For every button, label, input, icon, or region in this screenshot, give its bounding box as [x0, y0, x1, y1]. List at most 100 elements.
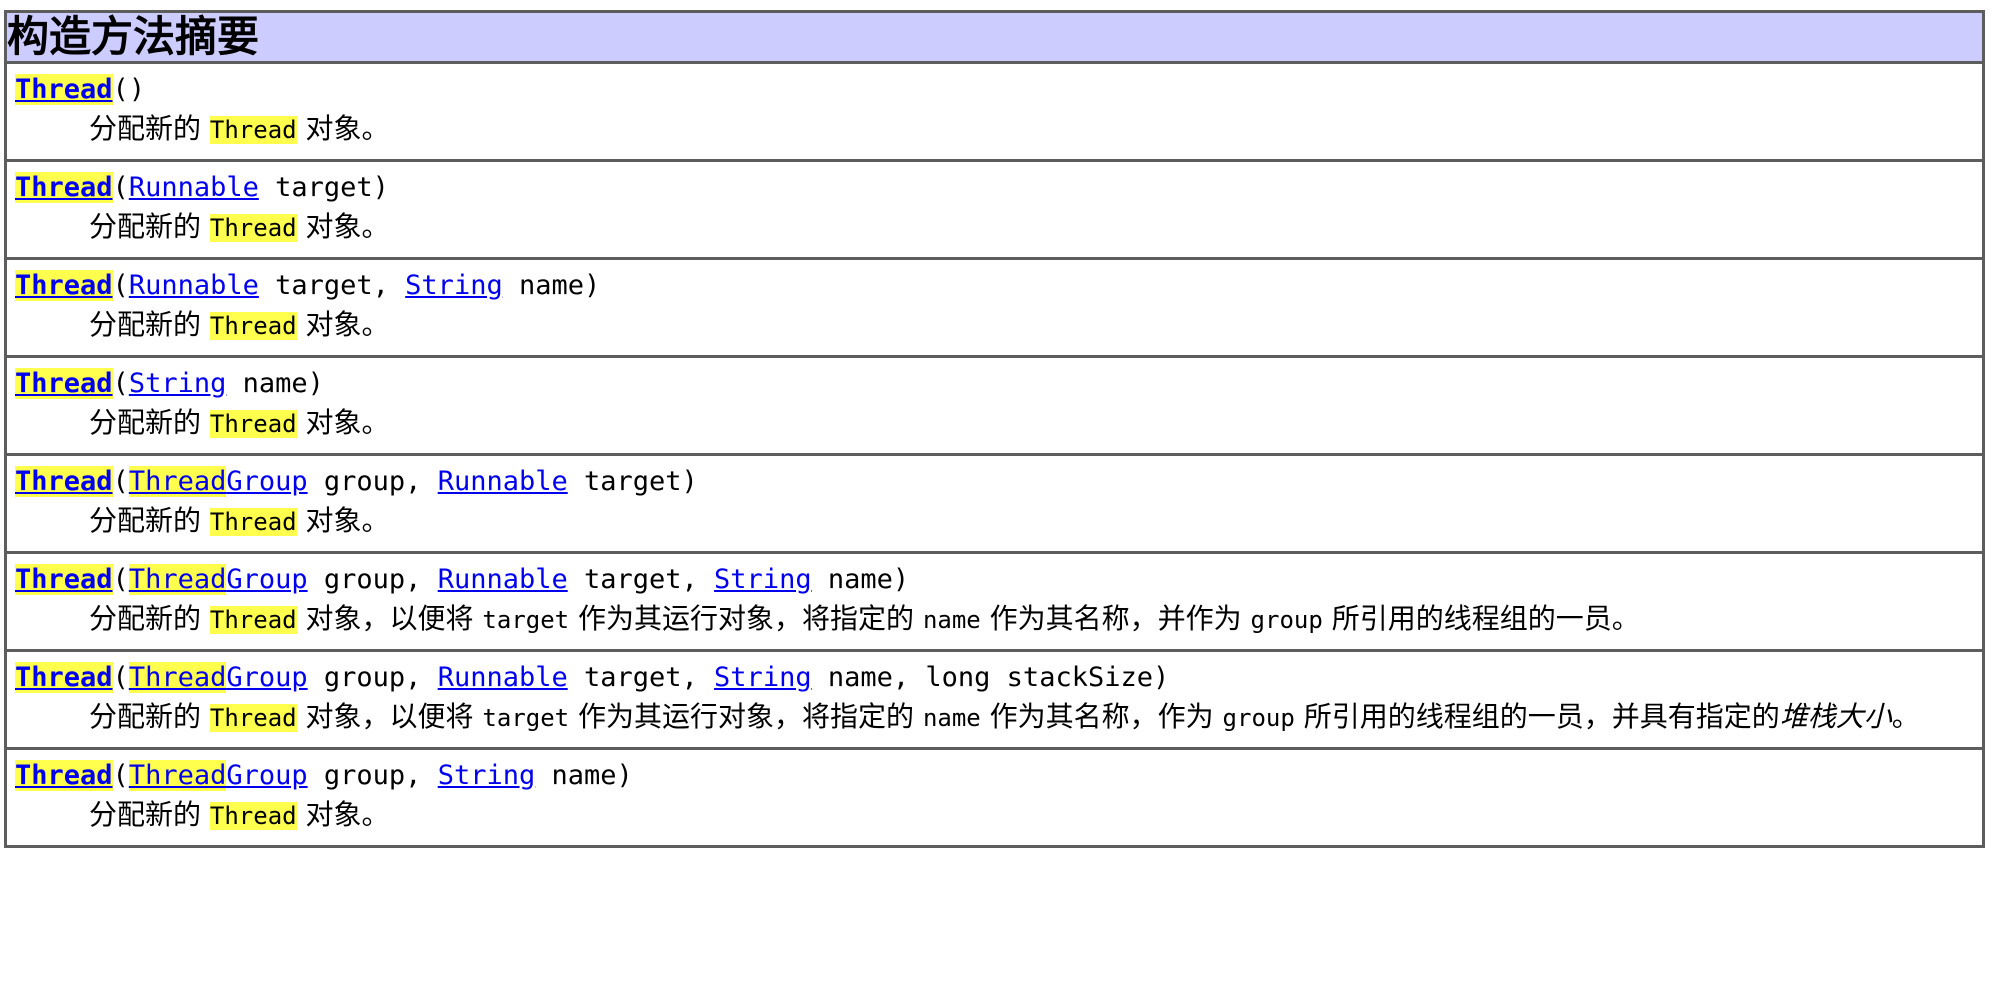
constructor-signature-row: Thread(String name): [7, 358, 1982, 403]
constructor-cell: Thread(Runnable target) 分配新的 Thread 对象。: [5, 159, 1984, 259]
param-type-link-match[interactable]: Thread: [128, 564, 227, 595]
param-type-link[interactable]: String: [438, 760, 536, 791]
description-code: name: [922, 704, 981, 732]
table-row: Thread(String name) 分配新的 Thread 对象。: [5, 355, 1984, 455]
description-code-match: Thread: [209, 214, 297, 242]
param-type-link[interactable]: Runnable: [438, 466, 568, 497]
param-type-link-match[interactable]: Thread: [128, 760, 227, 791]
page-title: 构造方法摘要: [7, 12, 260, 61]
summary-caption-cell: 构造方法摘要: [5, 11, 1984, 63]
constructor-summary-section: 构造方法摘要 Thread() 分配新的 Thread 对象。 Thread(Run…: [0, 10, 1992, 848]
constructor-signature-row: Thread(Runnable target, String name): [7, 260, 1982, 305]
description-code: name: [922, 606, 981, 634]
constructor-signature: Thread(): [15, 73, 1974, 107]
constructor-summary-table: 构造方法摘要 Thread() 分配新的 Thread 对象。 Thread(Run…: [4, 10, 1985, 848]
signature-punct: (: [112, 662, 129, 693]
param-type-link[interactable]: Runnable: [129, 172, 259, 203]
param-type-link[interactable]: String: [714, 662, 812, 693]
description-text: 作为其运行对象，将指定的: [569, 602, 923, 635]
param-type-link[interactable]: String: [714, 564, 812, 595]
constructor-cell: Thread(ThreadGroup group, Runnable targe…: [5, 649, 1984, 749]
summary-caption-row: 构造方法摘要: [5, 11, 1984, 63]
constructor-name-link[interactable]: Thread: [15, 368, 113, 399]
param-name: group,: [307, 564, 438, 595]
param-name: name,: [811, 662, 926, 693]
param-name: name: [502, 270, 584, 301]
description-suffix: 对象。: [296, 406, 390, 439]
table-row: Thread(ThreadGroup group, String name) 分配…: [5, 747, 1984, 847]
description-text: 所引用的线程组的一员，并具有指定的: [1294, 700, 1780, 733]
description-text: 对象，以便将: [296, 700, 483, 733]
constructor-signature: Thread(Runnable target): [15, 171, 1974, 205]
description-code-match: Thread: [209, 410, 297, 438]
constructor-description-row: 分配新的 Thread 对象。: [7, 795, 1982, 845]
param-type-link-match[interactable]: Thread: [128, 662, 227, 693]
signature-punct: ): [681, 466, 698, 497]
signature-punct: (: [112, 466, 129, 497]
constructor-signature-row: Thread(Runnable target): [7, 162, 1982, 207]
constructor-signature: Thread(String name): [15, 367, 1974, 401]
signature-punct: (: [112, 74, 129, 105]
param-name: group,: [307, 760, 438, 791]
param-type-link-rest[interactable]: Group: [226, 760, 307, 791]
constructor-name-link[interactable]: Thread: [15, 466, 113, 497]
description-text: 所引用的线程组的一员。: [1322, 602, 1640, 635]
param-name: stackSize: [990, 662, 1153, 693]
constructor-description-row: 分配新的 Thread 对象。: [7, 501, 1982, 551]
description-suffix: 对象。: [296, 112, 390, 145]
constructor-description: 分配新的 Thread 对象。: [15, 403, 1974, 444]
param-type-link[interactable]: ThreadGroup: [128, 466, 308, 497]
param-type-link[interactable]: ThreadGroup: [128, 564, 308, 595]
description-text: 作为其名称，作为: [980, 700, 1223, 733]
constructor-signature: Thread(ThreadGroup group, String name): [15, 759, 1974, 793]
constructor-signature-row: Thread(ThreadGroup group, Runnable targe…: [7, 554, 1982, 599]
constructor-description: 分配新的 Thread 对象，以便将 target 作为其运行对象，将指定的 n…: [15, 697, 1974, 738]
param-type-link[interactable]: Runnable: [438, 564, 568, 595]
signature-punct: ): [892, 564, 910, 595]
constructor-name-link[interactable]: Thread: [15, 564, 113, 595]
description-suffix: 对象。: [296, 798, 390, 831]
description-text: 对象，以便将: [296, 602, 483, 635]
table-row: Thread(ThreadGroup group, Runnable targe…: [5, 649, 1984, 749]
constructor-description-row: 分配新的 Thread 对象。: [7, 207, 1982, 257]
constructor-signature-row: Thread(ThreadGroup group, Runnable targe…: [7, 652, 1982, 697]
param-type-link-rest[interactable]: Group: [226, 662, 307, 693]
constructor-description: 分配新的 Thread 对象，以便将 target 作为其运行对象，将指定的 n…: [15, 599, 1974, 640]
constructor-name-link[interactable]: Thread: [15, 172, 113, 203]
table-row: Thread(ThreadGroup group, Runnable targe…: [5, 551, 1984, 651]
param-type-link[interactable]: String: [405, 270, 503, 301]
param-type-link-rest[interactable]: Group: [226, 564, 307, 595]
description-code-match: Thread: [209, 704, 297, 732]
constructor-name-link[interactable]: Thread: [15, 760, 113, 791]
param-type-link[interactable]: ThreadGroup: [128, 662, 308, 693]
signature-punct: (: [112, 564, 129, 595]
constructor-rows-host: Thread() 分配新的 Thread 对象。 Thread(Runnable t…: [5, 61, 1984, 847]
param-type-link[interactable]: Runnable: [129, 270, 259, 301]
constructor-cell: Thread(ThreadGroup group, Runnable targe…: [5, 453, 1984, 553]
signature-punct: ): [616, 760, 633, 791]
constructor-description: 分配新的 Thread 对象。: [15, 109, 1974, 150]
signature-punct: ): [128, 74, 146, 105]
table-row: Thread(ThreadGroup group, Runnable targe…: [5, 453, 1984, 553]
constructor-description-row: 分配新的 Thread 对象，以便将 target 作为其运行对象，将指定的 n…: [7, 599, 1982, 649]
constructor-name-link[interactable]: Thread: [15, 662, 113, 693]
param-type-link[interactable]: String: [129, 368, 227, 399]
constructor-cell: Thread(Runnable target, String name) 分配新的…: [5, 257, 1984, 357]
constructor-name-link[interactable]: Thread: [15, 74, 113, 105]
param-type-link-rest[interactable]: Group: [226, 466, 307, 497]
param-name: group,: [307, 662, 438, 693]
description-suffix: 对象。: [296, 210, 390, 243]
constructor-name-link[interactable]: Thread: [15, 270, 113, 301]
table-row: Thread(Runnable target) 分配新的 Thread 对象。: [5, 159, 1984, 259]
signature-punct: ): [307, 368, 324, 399]
param-type-link[interactable]: Runnable: [438, 662, 568, 693]
param-type-link-match[interactable]: Thread: [128, 466, 227, 497]
description-prefix: 分配新的: [89, 504, 210, 537]
table-row: Thread(Runnable target, String name) 分配新的…: [5, 257, 1984, 357]
constructor-cell: Thread() 分配新的 Thread 对象。: [5, 61, 1984, 161]
description-prefix: 分配新的: [89, 308, 210, 341]
param-type-link[interactable]: ThreadGroup: [128, 760, 308, 791]
signature-punct: (: [112, 172, 129, 203]
param-name: target: [567, 466, 682, 497]
description-text: 。: [1891, 700, 1920, 733]
